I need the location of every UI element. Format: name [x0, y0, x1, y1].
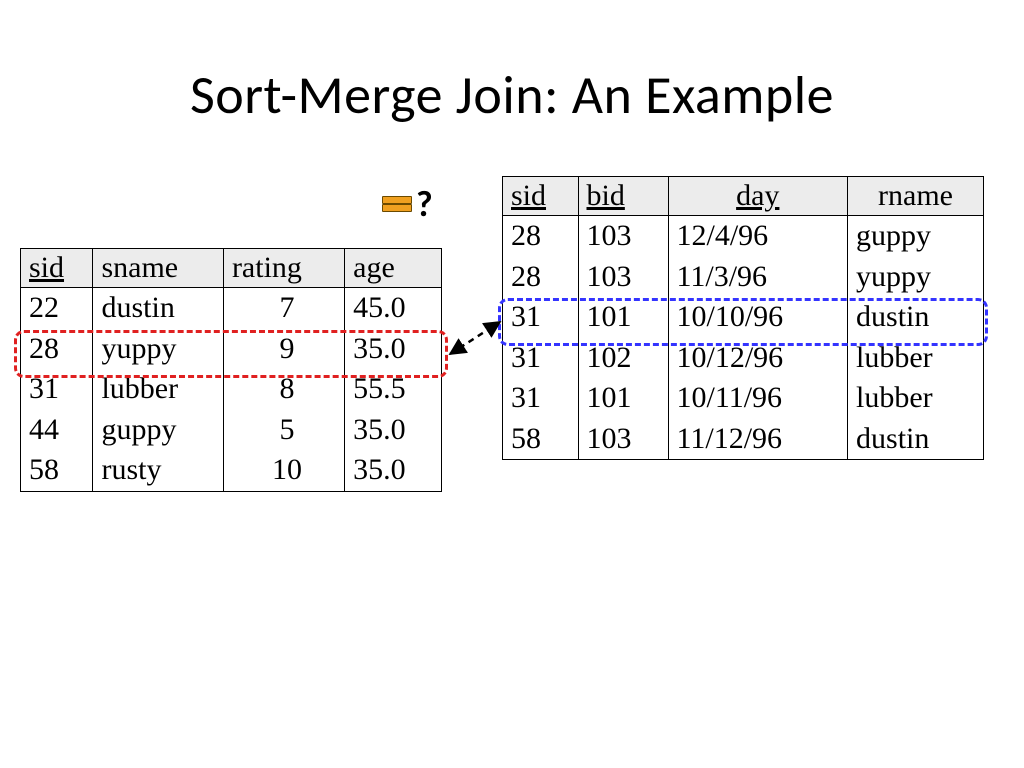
cell-sid: 31	[503, 338, 579, 379]
cell-bid: 103	[578, 419, 668, 460]
cell-bid: 103	[578, 216, 668, 257]
cell-day: 11/3/96	[668, 257, 848, 298]
table-row: 22 dustin 7 45.0	[21, 288, 442, 329]
col-rname: rname	[848, 177, 984, 216]
cell-sname: guppy	[93, 410, 223, 451]
reserves-table: sid bid day rname 28 103 12/4/96 guppy 2…	[502, 176, 984, 460]
cell-day: 10/11/96	[668, 378, 848, 419]
cell-sid: 31	[503, 378, 579, 419]
cell-sid: 44	[21, 410, 93, 451]
cell-bid: 103	[578, 257, 668, 298]
col-bid: bid	[578, 177, 668, 216]
cell-sid: 28	[503, 216, 579, 257]
cell-age: 35.0	[345, 329, 442, 370]
cell-sid: 28	[503, 257, 579, 298]
col-age: age	[345, 249, 442, 288]
cell-rating: 8	[223, 369, 344, 410]
table-row: 58 rusty 10 35.0	[21, 450, 442, 491]
cell-rating: 5	[223, 410, 344, 451]
table-row: 31 101 10/11/96 lubber	[503, 378, 984, 419]
cell-sname: lubber	[93, 369, 223, 410]
table-row: 31 lubber 8 55.5	[21, 369, 442, 410]
table-row: 28 103 12/4/96 guppy	[503, 216, 984, 257]
table-row: 31 102 10/12/96 lubber	[503, 338, 984, 379]
cell-day: 12/4/96	[668, 216, 848, 257]
cell-rname: yuppy	[848, 257, 984, 298]
col-sid: sid	[503, 177, 579, 216]
cell-rating: 9	[223, 329, 344, 370]
cell-day: 11/12/96	[668, 419, 848, 460]
table-row: 31 101 10/10/96 dustin	[503, 297, 984, 338]
cell-rname: dustin	[848, 297, 984, 338]
cell-sid: 58	[503, 419, 579, 460]
table-row: 28 103 11/3/96 yuppy	[503, 257, 984, 298]
equals-question: ?	[382, 186, 433, 222]
cell-day: 10/10/96	[668, 297, 848, 338]
cell-age: 55.5	[345, 369, 442, 410]
sailors-table: sid sname rating age 22 dustin 7 45.0 28…	[20, 248, 442, 492]
cell-sname: dustin	[93, 288, 223, 329]
cell-sname: rusty	[93, 450, 223, 491]
cell-bid: 101	[578, 378, 668, 419]
table-row: 44 guppy 5 35.0	[21, 410, 442, 451]
cell-sid: 31	[503, 297, 579, 338]
col-rating: rating	[223, 249, 344, 288]
cell-rname: lubber	[848, 338, 984, 379]
join-arrow-icon	[444, 312, 506, 362]
table-row: 28 yuppy 9 35.0	[21, 329, 442, 370]
cell-bid: 101	[578, 297, 668, 338]
table-header-row: sid bid day rname	[503, 177, 984, 216]
cell-sid: 31	[21, 369, 93, 410]
cell-age: 45.0	[345, 288, 442, 329]
col-sid: sid	[21, 249, 93, 288]
cell-age: 35.0	[345, 410, 442, 451]
slide-title: Sort-Merge Join: An Example	[0, 62, 1024, 128]
cell-sid: 22	[21, 288, 93, 329]
equals-icon	[382, 194, 412, 214]
table-header-row: sid sname rating age	[21, 249, 442, 288]
cell-rating: 7	[223, 288, 344, 329]
cell-age: 35.0	[345, 450, 442, 491]
cell-day: 10/12/96	[668, 338, 848, 379]
cell-sid: 58	[21, 450, 93, 491]
col-sname: sname	[93, 249, 223, 288]
cell-rating: 10	[223, 450, 344, 491]
cell-rname: dustin	[848, 419, 984, 460]
col-day: day	[668, 177, 848, 216]
cell-bid: 102	[578, 338, 668, 379]
cell-rname: lubber	[848, 378, 984, 419]
cell-sid: 28	[21, 329, 93, 370]
cell-rname: guppy	[848, 216, 984, 257]
table-row: 58 103 11/12/96 dustin	[503, 419, 984, 460]
question-mark: ?	[416, 186, 433, 222]
cell-sname: yuppy	[93, 329, 223, 370]
